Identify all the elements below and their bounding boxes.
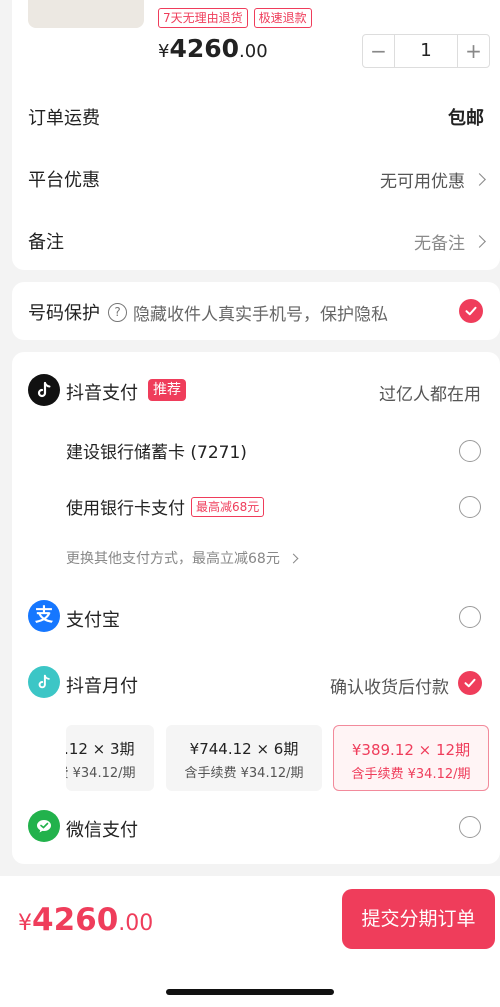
note-value: 无备注 [414,233,465,254]
discount-row[interactable]: 平台优惠 无可用优惠 [28,166,486,192]
privacy-card: 号码保护 ? 隐藏收件人真实手机号，保护隐私 [12,282,500,340]
submit-installment-button[interactable]: 提交分期订单 [342,889,495,949]
privacy-label: 号码保护 [28,303,100,324]
bank-card-radio[interactable] [459,495,481,518]
bank-card-tag: 最高减68元 [191,496,265,517]
plan-6-amount: ¥744.12 × 6期 [189,740,299,758]
check-icon [465,306,477,316]
ccb-label: 建设银行储蓄卡 (7271) [66,443,247,463]
plan-3-fee: 含手续费 ¥34.12/期 [66,766,136,781]
quantity-stepper: − 1 + [362,34,490,68]
plan-12-fee: 含手续费 ¥34.12/期 [351,767,471,782]
product-tags: 7天无理由退货 极速退款 [158,8,312,28]
plan-6-fee: 含手续费 ¥34.12/期 [184,766,304,781]
alipay-radio[interactable] [459,606,481,628]
increase-button[interactable]: + [457,35,489,67]
shipping-label: 订单运费 [28,108,100,129]
other-payment-text: 更换其他支付方式，最高立减68元 [66,551,280,567]
note-row[interactable]: 备注 无备注 [28,228,486,254]
home-indicator [166,989,334,995]
payment-option-ccb[interactable]: 建设银行储蓄卡 (7271) [66,438,481,463]
wechat-label: 微信支付 [66,820,138,841]
privacy-text: 隐藏收件人真实手机号，保护隐私 [133,304,388,325]
shipping-row: 订单运费 包邮 [28,104,484,130]
shipping-value: 包邮 [448,108,484,129]
douyin-pay-label: 抖音支付 [66,383,138,404]
decrease-button[interactable]: − [363,35,395,67]
bank-card-label: 使用银行卡支付 [66,499,185,519]
monthly-checkbox[interactable] [458,671,482,695]
product-price: ¥4260.00 [158,34,268,63]
monthly-note: 确认收货后付款 [330,678,449,698]
order-card: 7天无理由退货 极速退款 ¥4260.00 − 1 + 订单运费 包邮 平台优惠… [12,0,500,270]
discount-value: 无可用优惠 [380,171,465,192]
chevron-right-icon [473,234,486,248]
help-icon[interactable]: ? [108,302,127,322]
other-payment-link[interactable]: 更换其他支付方式，最高立减68元 [66,548,299,568]
footer-bar: ¥4260.00 提交分期订单 [0,876,500,1007]
wechat-icon [28,810,60,842]
footer-total-price: ¥4260.00 [18,902,154,938]
plan-12-amount: ¥389.12 × 12期 [351,741,471,759]
alipay-label: 支付宝 [66,610,120,631]
alipay-icon: 支 [28,600,60,632]
chevron-right-icon [473,172,486,186]
product-thumbnail [28,0,144,28]
plan-3-amount: ¥34.12 × 3期 [66,740,135,758]
douyin-monthly-icon [28,666,60,698]
chevron-right-icon [288,553,299,563]
discount-label: 平台优惠 [28,170,100,191]
plan-6[interactable]: ¥744.12 × 6期 含手续费 ¥34.12/期 [166,725,322,791]
note-label: 备注 [28,232,64,253]
payment-option-bank-card[interactable]: 使用银行卡支付 最高减68元 [66,494,481,519]
monthly-label: 抖音月付 [66,676,138,697]
plan-12[interactable]: ¥389.12 × 12期 含手续费 ¥34.12/期 [333,725,489,791]
privacy-checkbox[interactable] [459,299,483,323]
ccb-radio[interactable] [459,439,481,462]
check-icon [464,678,476,688]
tag-refund: 极速退款 [253,8,312,28]
douyin-icon [28,374,60,406]
plan-3[interactable]: ¥34.12 × 3期 含手续费 ¥34.12/期 [66,725,154,791]
tag-return: 7天无理由退货 [158,8,248,28]
quantity-value[interactable]: 1 [395,35,457,67]
wechat-radio[interactable] [459,816,481,838]
recommend-badge: 推荐 [148,379,186,401]
douyin-pay-note: 过亿人都在用 [379,385,481,405]
